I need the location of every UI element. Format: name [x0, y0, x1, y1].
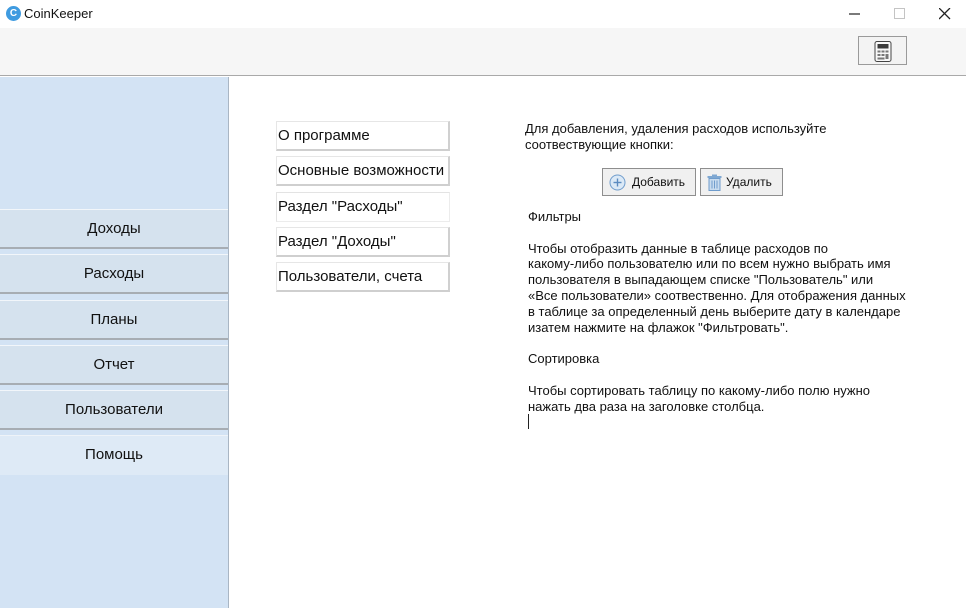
add-circle-icon	[609, 174, 626, 191]
sidebar-item-expenses[interactable]: Расходы	[0, 254, 228, 294]
topic-users-accounts[interactable]: Пользователи, счета	[276, 262, 450, 292]
filters-text: Чтобы отобразить данные в таблице расход…	[528, 240, 906, 335]
sort-text: Чтобы сортировать таблицу по какому-либо…	[528, 382, 871, 414]
sidebar-item-report[interactable]: Отчет	[0, 345, 228, 385]
minimize-button[interactable]	[832, 0, 878, 28]
trash-icon	[707, 174, 722, 191]
text-cursor	[528, 414, 529, 429]
app-logo-icon: C	[6, 6, 21, 21]
calculator-icon	[874, 41, 892, 62]
maximize-icon	[894, 8, 905, 19]
close-icon	[939, 8, 951, 20]
filters-heading: Фильтры	[528, 209, 582, 224]
close-button[interactable]	[922, 0, 966, 28]
delete-button-label: Удалить	[726, 175, 772, 189]
topic-expenses-section[interactable]: Раздел "Расходы"	[276, 192, 450, 222]
minimize-icon	[849, 13, 860, 15]
topic-main-features[interactable]: Основные возможности	[276, 156, 450, 186]
sort-heading: Сортировка	[528, 351, 600, 367]
maximize-button[interactable]	[877, 0, 923, 28]
sidebar: Доходы Расходы Планы Отчет Пользователи …	[0, 77, 229, 608]
sidebar-item-plans[interactable]: Планы	[0, 300, 228, 340]
help-intro-text: Для добавления, удаления расходов исполь…	[525, 121, 827, 152]
sidebar-item-users[interactable]: Пользователи	[0, 390, 228, 430]
sidebar-item-help[interactable]: Помощь	[0, 435, 228, 475]
title-bar: C CoinKeeper	[0, 0, 966, 28]
add-button-label: Добавить	[632, 175, 686, 189]
delete-button-example[interactable]: Удалить	[700, 168, 783, 196]
sidebar-item-income[interactable]: Доходы	[0, 209, 228, 249]
window-title: CoinKeeper	[24, 6, 93, 21]
add-button-example[interactable]: Добавить	[602, 168, 696, 196]
topic-about[interactable]: О программе	[276, 121, 450, 151]
calculator-button[interactable]	[858, 36, 907, 65]
help-body-text: Фильтры Чтобы отобразить данные в таблиц…	[528, 209, 913, 414]
toolbar	[0, 28, 966, 76]
topic-income-section[interactable]: Раздел "Доходы"	[276, 227, 450, 257]
